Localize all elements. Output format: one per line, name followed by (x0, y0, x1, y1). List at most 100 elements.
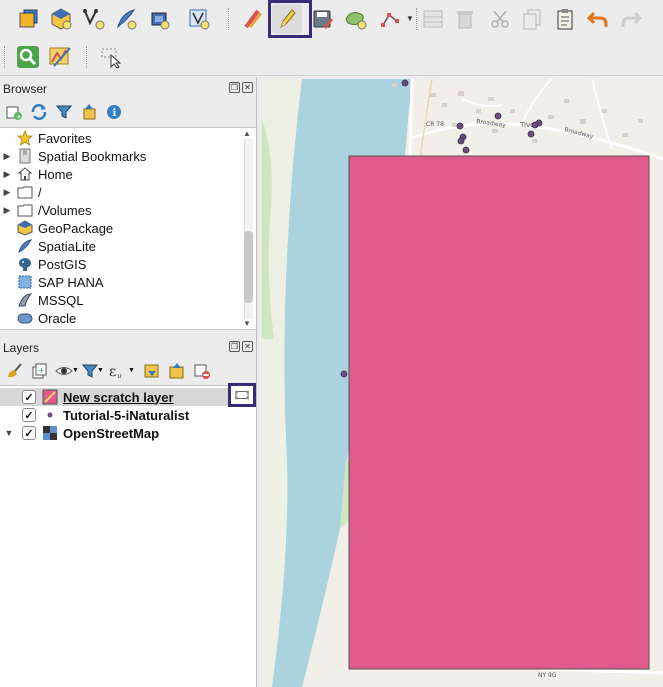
filter-icon[interactable] (54, 102, 74, 122)
scissors-icon[interactable] (485, 4, 515, 34)
undo-icon[interactable] (583, 4, 613, 34)
browser-item-label: MSSQL (38, 292, 84, 308)
eye-dropdown-icon[interactable]: ▼ (72, 367, 79, 374)
modify-attributes-icon[interactable] (418, 4, 448, 34)
folder-icon (14, 201, 36, 219)
oracle-icon (14, 309, 36, 327)
expand-arrow-icon[interactable]: ▼ (2, 428, 16, 438)
add-selected-layers-icon[interactable]: + (4, 102, 24, 122)
float-panel-icon[interactable]: ❐ (229, 341, 240, 352)
copy-icon[interactable] (517, 4, 547, 34)
new-shapefile-icon[interactable] (79, 4, 109, 34)
add-polygon-icon[interactable] (341, 4, 371, 34)
svg-text:i: i (113, 108, 117, 119)
layer-visibility-checkbox[interactable]: ✓ (22, 408, 36, 422)
browser-item-[interactable]: ▶ / (0, 183, 240, 201)
svg-text:∪: ∪ (117, 372, 122, 380)
scroll-down-icon[interactable]: ▼ (243, 319, 251, 328)
new-geopackage-icon[interactable] (46, 4, 76, 34)
vertex-tool-dropdown-icon[interactable]: ▼ (406, 14, 414, 23)
polygon-layer-icon (42, 389, 58, 405)
collapse-all-layers-icon[interactable] (167, 361, 187, 381)
browser-item-postgis[interactable]: PostGIS (0, 255, 240, 273)
new-scratch-layer-icon[interactable] (144, 4, 174, 34)
magnifier-icon[interactable] (13, 42, 43, 72)
new-virtual-layer-icon[interactable] (184, 4, 214, 34)
layer-row-new-scratch-layer[interactable]: ✓ New scratch layer (0, 388, 256, 406)
redo-icon[interactable] (616, 4, 646, 34)
browser-item-geopackage[interactable]: GeoPackage (0, 219, 240, 237)
road-label: NY 9G (538, 672, 557, 679)
collapse-all-icon[interactable] (79, 102, 99, 122)
browser-scrollbar[interactable]: ▲ ▼ (243, 129, 254, 328)
observation-point (462, 146, 470, 154)
expand-arrow-icon[interactable]: ▶ (0, 205, 14, 216)
home-icon (14, 165, 36, 183)
expand-arrow-icon[interactable]: ▶ (0, 187, 14, 198)
road (408, 79, 414, 160)
observation-point (456, 122, 464, 130)
observation-point (457, 137, 465, 145)
layer-row-openstreetmap[interactable]: ▼ ✓ OpenStreetMap (0, 424, 256, 442)
browser-item-oracle[interactable]: Oracle (0, 309, 240, 327)
info-icon[interactable]: i (104, 102, 124, 122)
layer-name: New scratch layer (63, 389, 174, 405)
expand-arrow-icon[interactable]: ▶ (0, 169, 14, 180)
expression-dropdown-icon[interactable]: ▼ (128, 367, 135, 374)
remove-layer-icon[interactable] (192, 361, 212, 381)
postgis-icon (14, 255, 36, 273)
browser-item-sap-hana[interactable]: SAP HANA (0, 273, 240, 291)
expression-filter-icon[interactable]: ε ∪ (106, 361, 126, 381)
browser-item-volumes[interactable]: ▶ /Volumes (0, 201, 240, 219)
eye-icon[interactable] (54, 361, 74, 381)
new-spatialite-icon[interactable] (111, 4, 141, 34)
map-svg: CR 78 Broadway Broadway Tivoli NY 9G (262, 79, 663, 687)
refresh-icon[interactable] (29, 102, 49, 122)
scrollbar-thumb[interactable] (244, 231, 253, 303)
add-group-icon[interactable]: + (29, 361, 49, 381)
sap-hana-icon (14, 273, 36, 291)
layer-row-tutorial-5-inaturalist[interactable]: ✓ Tutorial-5-iNaturalist (0, 406, 256, 424)
raster-tile-icon (42, 425, 58, 441)
close-panel-icon[interactable]: ✕ (242, 82, 253, 93)
browser-item-mssql[interactable]: MSSQL (0, 291, 240, 309)
open-layer-styling-icon[interactable] (4, 361, 24, 381)
mssql-icon (14, 291, 36, 309)
browser-item-label: /Volumes (38, 202, 92, 218)
float-panel-icon[interactable]: ❐ (229, 82, 240, 93)
map-canvas[interactable]: CR 78 Broadway Broadway Tivoli NY 9G (262, 79, 663, 687)
star-icon (14, 129, 36, 147)
folder-icon (14, 183, 36, 201)
layer-visibility-checkbox[interactable]: ✓ (22, 390, 36, 404)
browser-item-home[interactable]: ▶ Home (0, 165, 240, 183)
browser-item-label: PostGIS (38, 256, 87, 272)
browser-panel-title: Browser (3, 82, 48, 96)
map-tips-icon[interactable] (45, 42, 75, 72)
scroll-up-icon[interactable]: ▲ (243, 129, 251, 138)
filter-dropdown-icon[interactable]: ▼ (97, 367, 104, 374)
browser-item-favorites[interactable]: Favorites (0, 129, 240, 147)
expand-arrow-icon[interactable]: ▶ (0, 151, 14, 162)
browser-item-label: Favorites (38, 130, 92, 146)
browser-item-spatialite[interactable]: SpatiaLite (0, 237, 240, 255)
observation-point (494, 112, 502, 120)
trash-icon[interactable] (450, 4, 480, 34)
save-edits-icon[interactable] (308, 4, 338, 34)
expand-all-icon[interactable] (142, 361, 162, 381)
attributes-toolbar (0, 38, 663, 76)
layers-panel-controls: ❐ ✕ (229, 341, 253, 352)
current-edits-icon[interactable] (238, 4, 268, 34)
browser-item-spatial-bookmarks[interactable]: ▶ Spatial Bookmarks (0, 147, 240, 165)
browser-item-label: / (38, 184, 42, 200)
vertex-tool-icon[interactable] (376, 4, 406, 34)
data-source-manager-icon[interactable] (14, 4, 44, 34)
scratch-layer-polygon[interactable] (348, 155, 650, 670)
layer-visibility-checkbox[interactable]: ✓ (22, 426, 36, 440)
browser-item-label: SAP HANA (38, 274, 104, 290)
close-panel-icon[interactable]: ✕ (242, 341, 253, 352)
browser-tree: Favorites ▶ Spatial Bookmarks ▶ Home ▶ / ▶/Volu… (0, 127, 256, 330)
toolbar-separator (4, 46, 6, 68)
paste-icon[interactable] (550, 4, 580, 34)
observation-point (340, 370, 348, 378)
select-pointer-icon[interactable] (96, 42, 126, 72)
